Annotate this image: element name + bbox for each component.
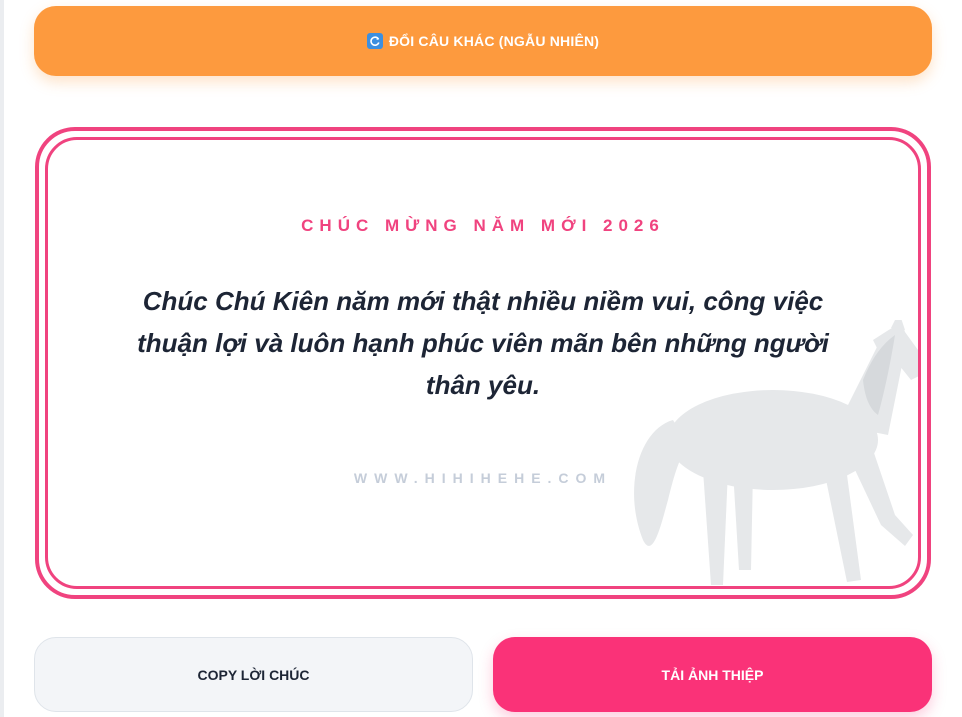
download-card-button[interactable]: TẢI ẢNH THIỆP	[493, 637, 932, 712]
random-wish-button[interactable]: ĐỔI CÂU KHÁC (NGẪU NHIÊN)	[34, 6, 932, 76]
copy-wish-button[interactable]: COPY LỜI CHÚC	[34, 637, 473, 712]
page: ĐỔI CÂU KHÁC (NGẪU NHIÊN) CHÚC MỪNG NĂM …	[0, 0, 962, 717]
refresh-icon	[366, 33, 383, 49]
random-wish-button-label: ĐỔI CÂU KHÁC (NGẪU NHIÊN)	[388, 33, 600, 49]
left-edge-divider	[0, 0, 4, 717]
card-heading: CHÚC MỪNG NĂM MỚI 2026	[301, 216, 665, 235]
wish-text: Chúc Chú Kiên năm mới thật nhiều niềm vu…	[137, 286, 829, 400]
greeting-card: CHÚC MỪNG NĂM MỚI 2026 Chúc Chú Kiên năm…	[45, 137, 921, 589]
watermark: WWW.HIHIHEHE.COM	[353, 470, 613, 486]
